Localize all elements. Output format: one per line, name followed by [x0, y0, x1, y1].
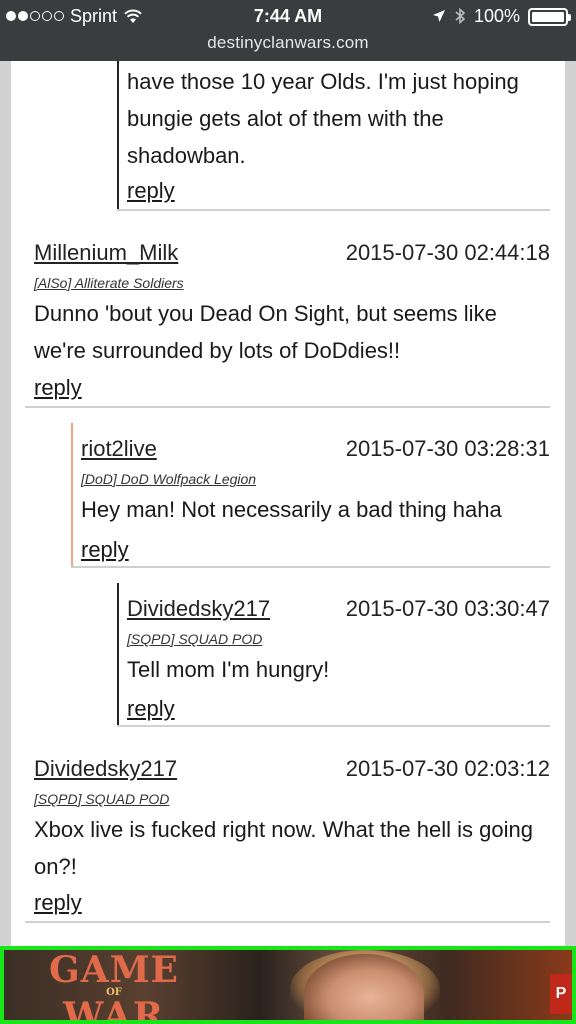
url-bar[interactable]: destinyclanwars.com: [0, 33, 576, 53]
browser-chrome: Sprint 7:44 AM 100% destinyclanwars.com: [0, 0, 576, 61]
comment: Dividedsky217 2015-07-30 02:03:12 [SQPD]…: [25, 748, 550, 923]
comment: Dividedsky217 2015-07-30 03:30:47 [SQPD]…: [117, 583, 550, 727]
clan-tag[interactable]: [AlSo] Alliterate Soldiers: [34, 275, 184, 291]
comment-author[interactable]: Dividedsky217: [34, 756, 177, 782]
comment-date: 2015-07-30 03:30:47: [345, 596, 550, 621]
reply-link[interactable]: reply: [34, 890, 82, 916]
location-arrow-icon: [432, 10, 445, 22]
battery-percent: 100%: [473, 6, 520, 26]
divider: [117, 725, 550, 727]
bluetooth-icon: [455, 7, 466, 25]
clan-tag[interactable]: [SQPD] SQUAD POD: [127, 631, 262, 647]
comment: have those 10 year Olds. I'm just hoping…: [117, 61, 550, 211]
comment-date: 2015-07-30 02:03:12: [345, 756, 550, 781]
reply-link[interactable]: reply: [127, 696, 175, 722]
comment-text: Tell mom I'm hungry!: [127, 657, 330, 682]
clan-tag[interactable]: [DoD] DoD Wolfpack Legion: [81, 471, 256, 487]
comment-text: Dunno 'bout you Dead On Sight, but seems…: [34, 301, 497, 363]
clan-tag[interactable]: [SQPD] SQUAD POD: [34, 791, 169, 807]
game-of-war-logo: GAME OF WAR: [49, 949, 179, 1024]
reply-link[interactable]: reply: [127, 178, 175, 204]
ad-model-face: [304, 954, 424, 1020]
comment-text: Xbox live is fucked right now. What the …: [34, 817, 533, 879]
divider: [71, 566, 550, 568]
comment-author[interactable]: Millenium_Milk: [34, 240, 178, 266]
comment-author[interactable]: riot2live: [81, 436, 157, 462]
comment-date: 2015-07-30 03:28:31: [345, 436, 550, 461]
reply-link[interactable]: reply: [81, 537, 129, 563]
reply-link[interactable]: reply: [34, 375, 82, 401]
comment-text: have those 10 year Olds. I'm just hoping…: [127, 69, 519, 168]
thread-line: [117, 61, 119, 211]
battery-icon: [528, 8, 571, 26]
comment-date: 2015-07-30 02:44:18: [345, 240, 550, 265]
comment-text: Hey man! Not necessarily a bad thing hah…: [81, 497, 502, 522]
divider: [25, 406, 550, 408]
divider: [117, 209, 550, 211]
thread-line: [71, 423, 73, 568]
comment: riot2live 2015-07-30 03:28:31 [DoD] DoD …: [71, 423, 550, 568]
comments-page: have those 10 year Olds. I'm just hoping…: [11, 61, 565, 946]
ad-badge[interactable]: P: [550, 974, 572, 1014]
status-bar: Sprint 7:44 AM 100%: [0, 4, 576, 28]
divider: [25, 921, 550, 923]
thread-line: [117, 583, 119, 727]
comment-author[interactable]: Dividedsky217: [127, 596, 270, 622]
comment: Millenium_Milk 2015-07-30 02:44:18 [AlSo…: [25, 236, 550, 408]
banner-ad[interactable]: GAME OF WAR P: [0, 946, 576, 1024]
